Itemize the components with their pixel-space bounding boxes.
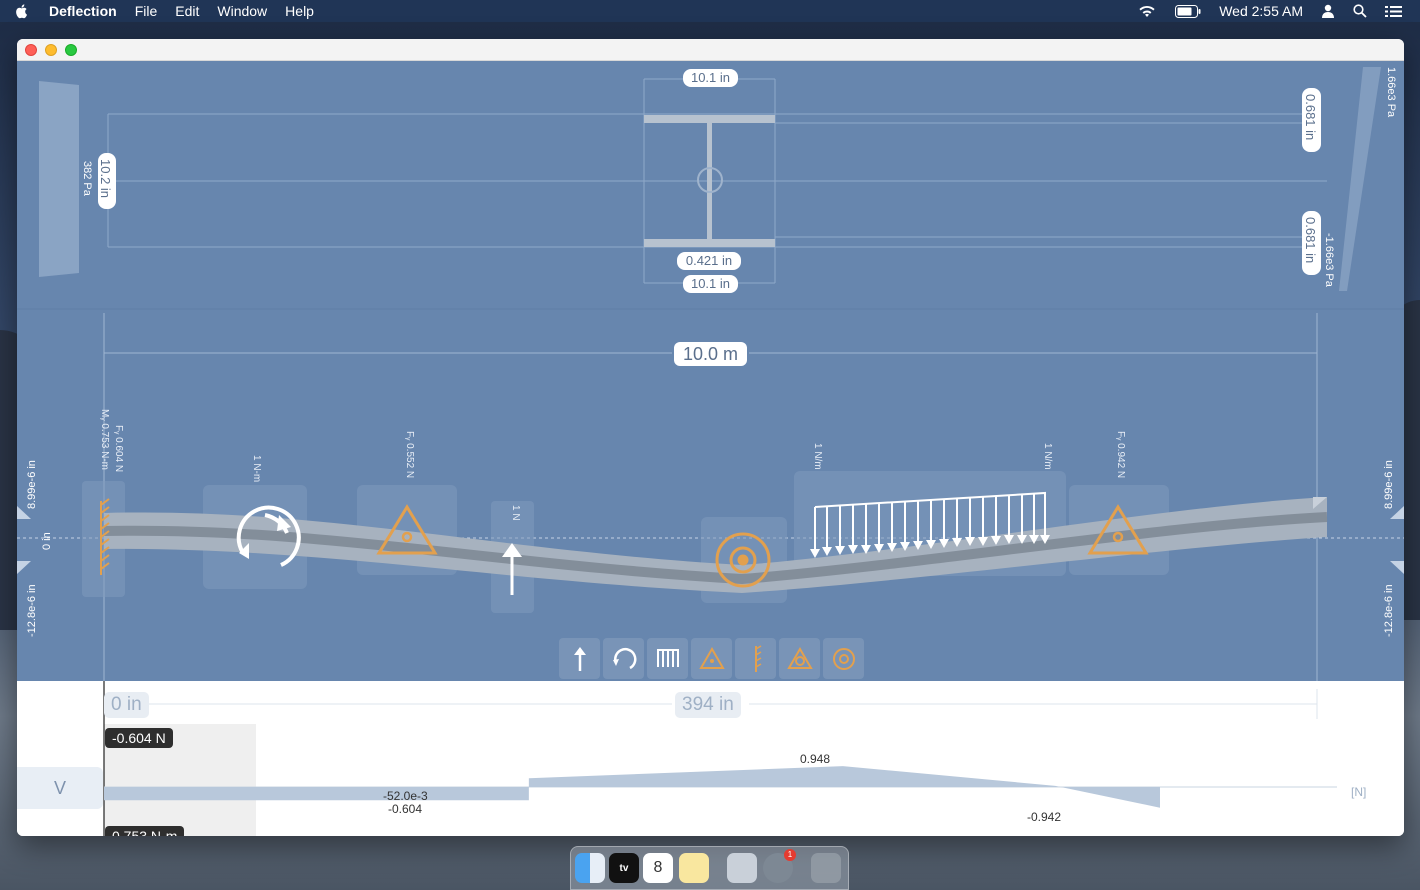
beam-canvas[interactable]: 10.1 in 0.421 in 10.1 in 10.2 in 0.681 i… (17, 61, 1404, 681)
left-zero-deflection: 0 in (41, 532, 53, 550)
distributed-load-icon (656, 648, 679, 667)
battery-icon[interactable] (1175, 4, 1201, 18)
right-stress-profile (1339, 67, 1381, 291)
left-min-deflection: -12.8e-6 in (26, 584, 38, 637)
end-position-label[interactable]: 394 in (675, 692, 741, 718)
moment-load-label: 1 N-m (251, 455, 262, 483)
rotate-icon (612, 647, 636, 669)
right-max-deflection: 8.99e-6 in (1383, 460, 1395, 509)
bottom-flange-thickness-label[interactable]: 0.681 in (1302, 211, 1321, 275)
spotlight-search-icon[interactable] (1353, 4, 1367, 18)
system-preferences-icon[interactable]: 1 (763, 849, 796, 883)
app-window: 10.1 in 0.421 in 10.1 in 10.2 in 0.681 i… (17, 39, 1404, 836)
fixed-support-tool-button[interactable] (735, 638, 776, 679)
beam-drawing (17, 67, 1404, 681)
component-toolbar (559, 638, 867, 679)
tv-icon[interactable]: tv (609, 853, 639, 883)
finder-icon[interactable] (575, 853, 605, 883)
control-center-icon[interactable] (1385, 5, 1402, 18)
file-menu[interactable]: File (135, 3, 158, 19)
hinge-icon (832, 647, 855, 670)
left-stress-label: 382 Pa (81, 161, 93, 196)
left-stress-profile (39, 81, 79, 277)
pin-support-tool-button[interactable] (691, 638, 732, 679)
hinge-tool-button[interactable] (823, 638, 864, 679)
close-window-button[interactable] (25, 44, 37, 56)
web-thickness-label[interactable]: 0.421 in (677, 252, 741, 270)
depth-label-text: 10.2 in (98, 159, 113, 199)
calendar-icon[interactable]: 8 (643, 853, 673, 883)
help-menu[interactable]: Help (285, 3, 314, 19)
window-titlebar[interactable] (17, 39, 1404, 61)
minimize-window-button[interactable] (45, 44, 57, 56)
bottom-flange-thickness-text: 0.681 in (1303, 217, 1318, 264)
right-stress-top-label: 1.66e3 Pa (1385, 67, 1397, 118)
shear-small-label: -52.0e-3 (383, 789, 428, 803)
roller-support-tool-button[interactable] (779, 638, 820, 679)
shear-tab[interactable]: V (17, 767, 103, 809)
clock[interactable]: Wed 2:55 AM (1219, 3, 1303, 19)
notification-badge: 1 (784, 849, 796, 861)
right-min-deflection: -12.8e-6 in (1383, 584, 1395, 637)
top-flange-thickness-label[interactable]: 0.681 in (1302, 88, 1321, 152)
shear-fixed-label: -0.604 (388, 802, 423, 816)
top-flange-thickness-text: 0.681 in (1303, 94, 1318, 141)
dist-load-end-label: 1 N/m (1042, 443, 1053, 470)
fixed-moment-label: Mᵧ 0.753 N-m (99, 409, 110, 471)
depth-label[interactable]: 10.2 in (98, 153, 116, 209)
fixed-support-icon (754, 644, 761, 672)
left-max-deflection: 8.99e-6 in (26, 460, 38, 509)
moment-tool-button[interactable] (603, 638, 644, 679)
shear-unit-label: [N] (1351, 785, 1367, 799)
user-icon[interactable] (1321, 4, 1335, 18)
app-menu[interactable]: Deflection (49, 3, 117, 19)
trash-icon[interactable] (811, 853, 841, 883)
bottom-flange-width-label[interactable]: 10.1 in (683, 275, 738, 293)
start-position-label[interactable]: 0 in (104, 692, 149, 718)
fixed-force-label: Fᵧ 0.604 N (113, 425, 124, 473)
top-flange-width-label[interactable]: 10.1 in (683, 69, 738, 87)
notes-icon[interactable] (679, 853, 709, 883)
current-shear-value: -0.604 N (105, 728, 173, 748)
span-length-label[interactable]: 10.0 m (674, 342, 747, 366)
triangle-support-icon (698, 646, 725, 669)
shear-graph-panel[interactable]: 0 in 394 in -0.604 N V 0.753 N-m 0.948 -… (17, 681, 1404, 836)
wifi-icon[interactable] (1137, 4, 1157, 18)
window-menu[interactable]: Window (217, 3, 267, 19)
arrow-up-icon (573, 646, 586, 671)
right-stress-bottom-label: -1.66e3 Pa (1323, 233, 1335, 287)
menu-bar: Deflection File Edit Window Help Wed 2:5… (0, 0, 1420, 22)
point-load-tool-button[interactable] (559, 638, 600, 679)
dist-load-start-label: 1 N/m (812, 443, 823, 470)
roller-support-icon (786, 646, 813, 669)
installer-icon[interactable] (727, 853, 757, 883)
edit-menu[interactable]: Edit (175, 3, 199, 19)
zoom-window-button[interactable] (65, 44, 77, 56)
shear-max-label: 0.948 (800, 752, 831, 766)
dock: tv 8 1 (570, 846, 849, 890)
current-moment-value: 0.753 N-m (105, 826, 185, 836)
shear-min-label: -0.942 (1027, 810, 1062, 824)
point-load-label: 1 N (510, 505, 521, 521)
support2-force-label: Fᵧ 0.942 N (1115, 431, 1126, 479)
support1-force-label: Fᵧ 0.552 N (404, 431, 415, 479)
distributed-load-tool-button[interactable] (647, 638, 688, 679)
apple-icon[interactable] (14, 3, 30, 19)
